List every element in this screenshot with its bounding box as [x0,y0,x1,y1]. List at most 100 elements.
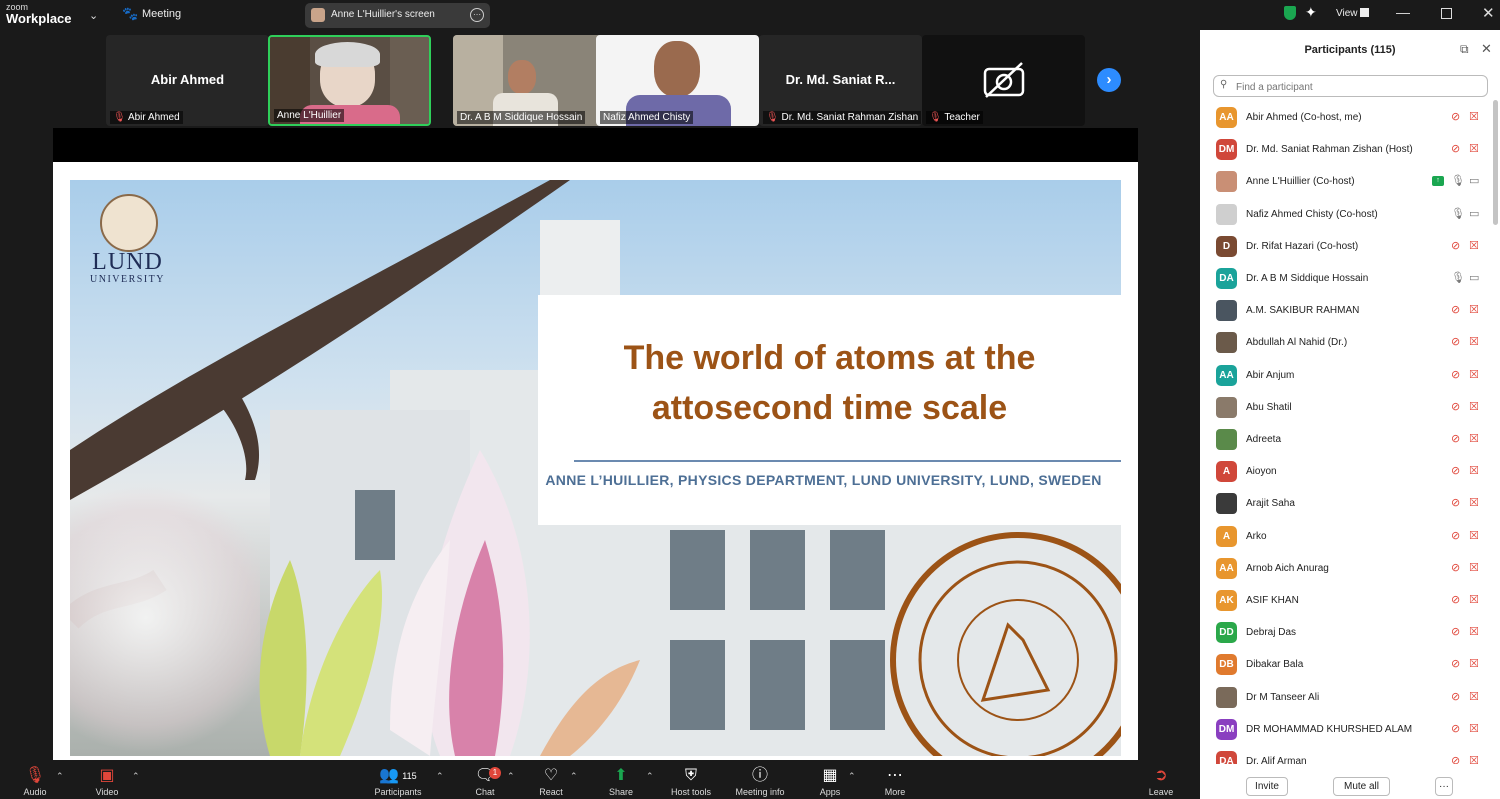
participant-row[interactable]: DM DR MOHAMMAD KHURSHED ALAM ⊘ ☒ [1200,714,1492,746]
chevron-up-icon[interactable]: ⌃ [436,771,444,782]
video-off-icon[interactable]: ☒ [1469,593,1479,606]
participant-row[interactable]: A.M. SAKIBUR RAHMAN ⊘ ☒ [1200,295,1492,327]
video-off-icon[interactable]: ☒ [1469,722,1479,735]
video-off-icon[interactable]: ☒ [1469,142,1479,155]
participant-row[interactable]: D Dr. Rifat Hazari (Co-host) ⊘ ☒ [1200,231,1492,263]
participant-row[interactable]: A Arko ⊘ ☒ [1200,521,1492,553]
participant-row[interactable]: AA Arnob Aich Anurag ⊘ ☒ [1200,553,1492,585]
participant-row[interactable]: DD Debraj Das ⊘ ☒ [1200,617,1492,649]
participants-button[interactable]: 👥 115 Participants [368,767,428,797]
mic-muted-icon[interactable]: ⊘ [1451,142,1460,155]
mic-muted-icon[interactable]: ⊘ [1451,593,1460,606]
view-button[interactable]: View [1336,8,1358,19]
chevron-down-icon[interactable]: ⌄ [89,9,98,22]
react-button[interactable]: ♡ React [535,767,567,797]
video-off-icon[interactable]: ☒ [1469,496,1479,509]
participant-row[interactable]: Nafiz Ahmed Chisty (Co-host) 🎙 ▭ [1200,199,1492,231]
participant-row[interactable]: A Aioyon ⊘ ☒ [1200,456,1492,488]
participant-row[interactable]: DB Dibakar Bala ⊘ ☒ [1200,649,1492,681]
video-off-icon[interactable]: ☒ [1469,561,1479,574]
scrollbar[interactable] [1493,100,1498,225]
mic-icon[interactable]: 🎙 [1451,174,1465,187]
participant-row[interactable]: AK ASIF KHAN ⊘ ☒ [1200,585,1492,617]
participant-row[interactable]: Anne L'Huillier (Co-host) ↑ 🎙 ▭ [1200,166,1492,198]
participant-row[interactable]: Abdullah Al Nahid (Dr.) ⊘ ☒ [1200,327,1492,359]
participant-row[interactable]: DA Dr. A B M Siddique Hossain 🎙 ▭ [1200,263,1492,295]
mute-all-button[interactable]: Mute all [1333,777,1390,796]
video-off-icon[interactable]: ☒ [1469,368,1479,381]
mic-muted-icon[interactable]: ⊘ [1451,335,1460,348]
video-button[interactable]: ▣ Video [90,767,124,797]
video-off-icon[interactable]: ☒ [1469,625,1479,638]
apps-button[interactable]: ▦ Apps [815,767,845,797]
video-off-icon[interactable]: ☒ [1469,303,1479,316]
mic-muted-icon[interactable]: ⊘ [1451,239,1460,252]
video-tile-teacher[interactable]: 🎙 Teacher [922,35,1085,126]
more-button[interactable]: ⋯ More [880,767,910,797]
participant-row[interactable]: AA Abir Ahmed (Co-host, me) ⊘ ☒ [1200,102,1492,134]
mic-muted-icon[interactable]: ⊘ [1451,657,1460,670]
mic-muted-icon[interactable]: ⊘ [1451,432,1460,445]
mic-muted-icon[interactable]: ⊘ [1451,110,1460,123]
chevron-up-icon[interactable]: ⌃ [848,771,856,782]
video-icon[interactable]: ▭ [1469,174,1479,187]
video-tile-abir-ahmed[interactable]: Abir Ahmed 🎙 Abir Ahmed [106,35,269,126]
participant-row[interactable]: Adreeta ⊘ ☒ [1200,424,1492,456]
chevron-up-icon[interactable]: ⌃ [56,771,64,782]
video-tile-siddique-hossain[interactable]: Dr. A B M Siddique Hossain [453,35,616,126]
mic-muted-icon[interactable]: ⊘ [1451,625,1460,638]
participant-row[interactable]: Dr M Tanseer Ali ⊘ ☒ [1200,682,1492,714]
mic-muted-icon[interactable]: ⊘ [1451,400,1460,413]
chevron-up-icon[interactable]: ⌃ [507,771,515,782]
mic-muted-icon[interactable]: ⊘ [1451,690,1460,703]
more-button[interactable]: ··· [1435,777,1453,796]
video-off-icon[interactable]: ☒ [1469,754,1479,764]
next-page-button[interactable]: › [1097,68,1121,92]
mic-icon[interactable]: 🎙 [1451,207,1465,220]
invite-button[interactable]: Invite [1246,777,1288,796]
video-off-icon[interactable]: ☒ [1469,110,1479,123]
participant-search[interactable]: ⚲ [1213,75,1488,97]
participant-row[interactable]: DM Dr. Md. Saniat Rahman Zishan (Host) ⊘ ☒ [1200,134,1492,166]
restore-icon[interactable] [1441,8,1452,19]
mic-muted-icon[interactable]: ⊘ [1451,754,1460,764]
minimize-icon[interactable]: — [1396,4,1410,20]
video-off-icon[interactable]: ☒ [1469,464,1479,477]
meeting-info-button[interactable]: ⓘ Meeting info [731,767,789,797]
mic-muted-icon[interactable]: ⊘ [1451,496,1460,509]
sparkle-icon[interactable]: ✦ [1305,4,1317,21]
video-off-icon[interactable]: ☒ [1469,690,1479,703]
chevron-up-icon[interactable]: ⌃ [570,771,578,782]
video-off-icon[interactable]: ☒ [1469,335,1479,348]
participant-row[interactable]: Arajit Saha ⊘ ☒ [1200,488,1492,520]
mic-muted-icon[interactable]: ⊘ [1451,561,1460,574]
mic-icon[interactable]: 🎙 [1451,271,1465,284]
video-icon[interactable]: ▭ [1469,271,1479,284]
mic-muted-icon[interactable]: ⊘ [1451,368,1460,381]
participant-row[interactable]: DA Dr. Alif Arman ⊘ ☒ [1200,746,1492,764]
host-tools-button[interactable]: ⛨ Host tools [666,767,716,797]
close-window-icon[interactable]: ✕ [1482,4,1495,22]
video-tile-saniat-zishan[interactable]: Dr. Md. Saniat R... 🎙 Dr. Md. Saniat Rah… [759,35,922,126]
shield-icon[interactable] [1284,6,1296,20]
meeting-label[interactable]: Meeting [142,8,181,20]
more-options-icon[interactable]: ⋯ [470,8,484,22]
video-icon[interactable]: ▭ [1469,207,1479,220]
video-tile-anne-lhuillier[interactable]: Anne L'Huillier [268,35,431,126]
video-off-icon[interactable]: ☒ [1469,657,1479,670]
video-off-icon[interactable]: ☒ [1469,432,1479,445]
share-button[interactable]: ⬆ Share [605,767,637,797]
pop-out-icon[interactable]: ⧉ [1460,42,1469,57]
participant-row[interactable]: AA Abir Anjum ⊘ ☒ [1200,360,1492,392]
leave-button[interactable]: ➲ Leave [1146,767,1176,797]
participant-row[interactable]: Abu Shatil ⊘ ☒ [1200,392,1492,424]
close-icon[interactable]: ✕ [1481,41,1492,57]
mic-muted-icon[interactable]: ⊘ [1451,464,1460,477]
audio-button[interactable]: 🎙 Audio [18,767,52,797]
mic-muted-icon[interactable]: ⊘ [1451,303,1460,316]
video-off-icon[interactable]: ☒ [1469,239,1479,252]
video-tile-nafiz-chisty[interactable]: Nafiz Ahmed Chisty [596,35,759,126]
video-off-icon[interactable]: ☒ [1469,529,1479,542]
video-off-icon[interactable]: ☒ [1469,400,1479,413]
chevron-up-icon[interactable]: ⌃ [132,771,140,782]
